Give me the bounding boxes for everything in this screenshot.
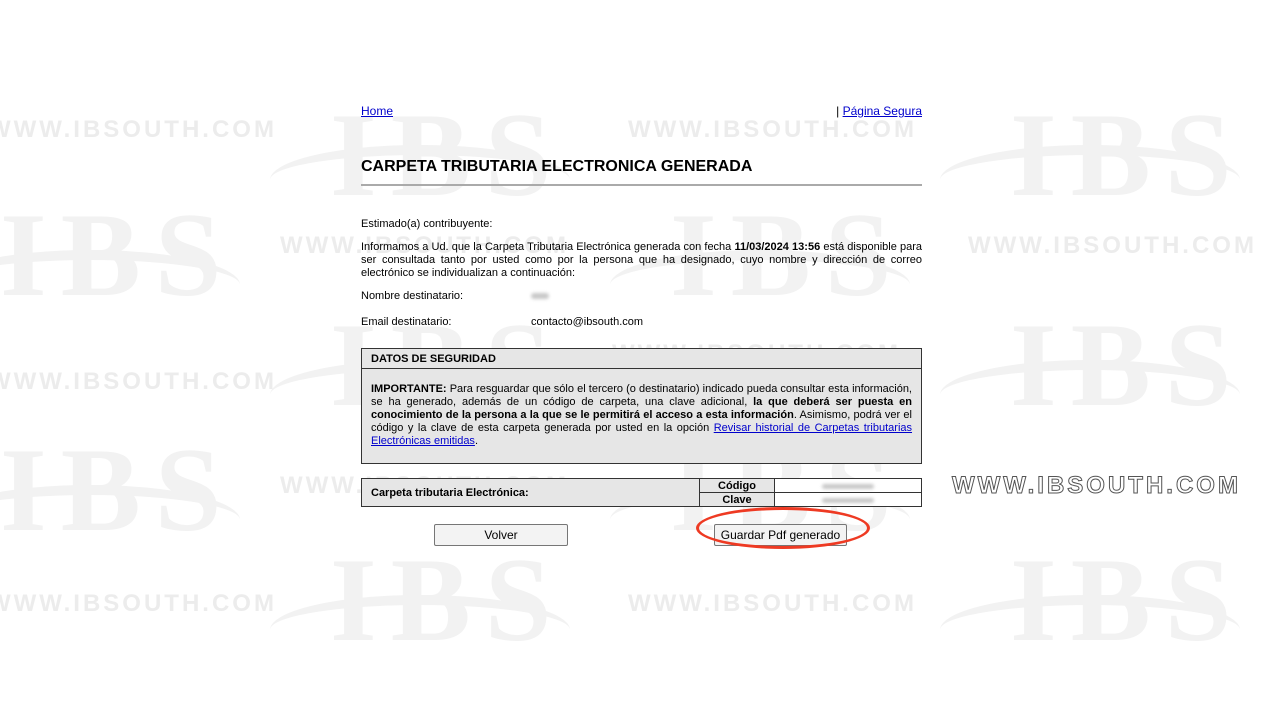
watermark-url: WWW.IBSOUTH.COM	[0, 590, 277, 617]
security-data-header: DATOS DE SEGURIDAD	[362, 349, 921, 369]
page-title: CARPETA TRIBUTARIA ELECTRONICA GENERADA	[361, 158, 922, 186]
watermark-logo: IBS	[1010, 533, 1246, 666]
save-pdf-button[interactable]: Guardar Pdf generado	[714, 524, 847, 546]
watermark-swoosh	[940, 595, 1240, 665]
recipient-email-label: Email destinatario:	[361, 316, 452, 328]
secure-page-link[interactable]: Página Segura	[843, 104, 922, 118]
key-label: Clave	[699, 492, 775, 507]
watermark-url: WWW.IBSOUTH.COM	[952, 472, 1241, 500]
generation-date: 11/03/2024 13:56	[734, 241, 821, 253]
table-row: Carpeta tributaria Electrónica: Código	[361, 478, 922, 507]
key-value-redacted	[774, 492, 922, 507]
top-navigation: Home | Página Segura	[361, 100, 922, 120]
security-data-body: IMPORTANTE: Para resguardar que sólo el …	[362, 369, 921, 463]
watermark-url: WWW.IBSOUTH.COM	[0, 368, 277, 395]
secure-page-nav: | Página Segura	[836, 104, 922, 118]
page-content: Home | Página Segura CARPETA TRIBUTARIA …	[361, 100, 922, 563]
recipient-email-value: contacto@ibsouth.com	[531, 316, 644, 328]
watermark-logo: IBS	[1010, 298, 1246, 431]
recipient-name-row: Nombre destinatario:	[361, 290, 922, 302]
watermark-swoosh	[0, 250, 240, 320]
watermark-url: WWW.IBSOUTH.COM	[0, 116, 277, 143]
security-text-end: .	[474, 435, 478, 447]
greeting-text: Estimado(a) contribuyente:	[361, 218, 493, 230]
recipient-name-value-redacted	[531, 293, 549, 299]
carpeta-label: Carpeta tributaria Electrónica:	[361, 478, 700, 507]
watermark-logo: IBS	[0, 423, 236, 556]
code-value-redacted	[774, 478, 922, 493]
watermark-swoosh	[270, 595, 570, 665]
recipient-email-row: Email destinatario: contacto@ibsouth.com	[361, 316, 922, 328]
important-label: IMPORTANTE:	[371, 383, 447, 395]
back-button[interactable]: Volver	[434, 524, 568, 546]
redacted-blur	[822, 497, 874, 503]
action-buttons: Volver Guardar Pdf generado	[361, 507, 922, 563]
watermark-url: WWW.IBSOUTH.COM	[968, 232, 1257, 259]
security-data-box: DATOS DE SEGURIDAD IMPORTANTE: Para resg…	[361, 348, 922, 464]
recipient-name-label: Nombre destinatario:	[361, 290, 464, 302]
watermark-logo: IBS	[0, 188, 236, 321]
watermark-swoosh	[940, 145, 1240, 215]
code-label: Código	[699, 478, 775, 493]
watermark-swoosh	[940, 360, 1240, 430]
nav-separator: |	[836, 104, 840, 118]
watermark-swoosh	[0, 485, 240, 555]
carpeta-table: Carpeta tributaria Electrónica: Código C…	[361, 478, 922, 507]
watermark-url: WWW.IBSOUTH.COM	[628, 590, 917, 617]
home-link[interactable]: Home	[361, 104, 393, 118]
watermark-logo: IBS	[1010, 88, 1246, 221]
information-paragraph: Informamos a Ud. que la Carpeta Tributar…	[361, 241, 922, 280]
inform-text-before: Informamos a Ud. que la Carpeta Tributar…	[361, 241, 735, 253]
redacted-blur	[822, 483, 874, 489]
